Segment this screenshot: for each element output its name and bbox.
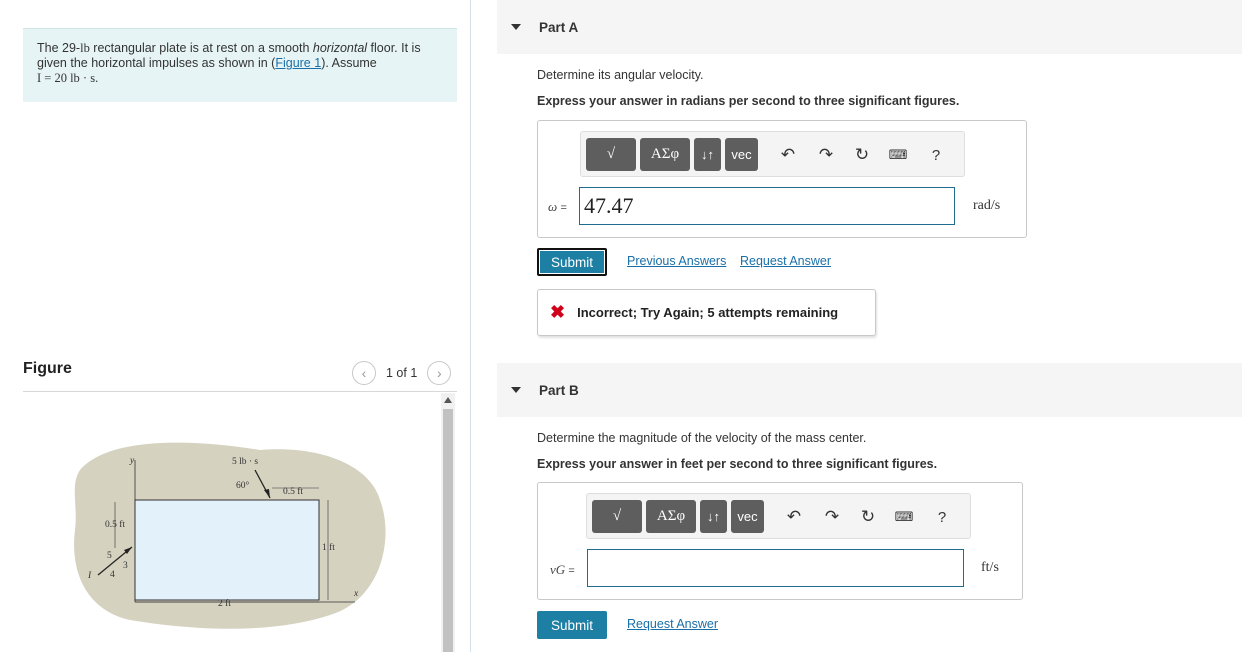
part-b-express: Express your answer in feet per second t…: [537, 457, 938, 471]
problem-unit: lb: [80, 41, 90, 55]
chevron-left-icon: ‹: [361, 365, 367, 381]
updown-arrows-icon: ↓↑: [701, 146, 714, 162]
help-button[interactable]: ?: [925, 144, 947, 166]
width-label: 2 ft: [218, 598, 231, 609]
part-b-header[interactable]: Part B: [497, 363, 1242, 417]
vec-label: vec: [731, 147, 752, 162]
problem-text: ). Assume: [321, 56, 377, 70]
variable-symbol: ω: [548, 199, 558, 214]
sqrt-template-icon: √: [606, 146, 616, 162]
reset-icon[interactable]: ↻: [857, 506, 879, 528]
figure-divider: [23, 391, 457, 392]
keyboard-icon[interactable]: ⌨: [887, 144, 909, 166]
problem-text: The 29-: [37, 41, 81, 55]
impulse-top-label: 5 lb · s: [232, 457, 258, 467]
part-a-answer-box: √ ΑΣφ ↓↑ vec ↶ ↷ ↻ ⌨ ? ω = 47.47 rad/s: [537, 120, 1027, 238]
y-axis-label: y: [129, 456, 135, 466]
submit-button[interactable]: Submit: [537, 611, 607, 639]
templates-button[interactable]: √: [592, 500, 642, 533]
vec-button[interactable]: vec: [731, 500, 764, 533]
part-b-instruction: Determine the magnitude of the velocity …: [537, 431, 867, 445]
plate: [134, 499, 320, 601]
vg-label: vG =: [550, 562, 575, 578]
undo-icon[interactable]: ↶: [783, 506, 805, 528]
answer-input[interactable]: [587, 549, 964, 587]
vec-label: vec: [737, 509, 758, 524]
left-dim-label: 0.5 ft: [105, 519, 125, 530]
figure-counter: 1 of 1: [386, 366, 418, 380]
question-icon: ?: [937, 508, 947, 526]
feedback-text: Incorrect; Try Again; 5 attempts remaini…: [577, 305, 839, 320]
request-answer-link[interactable]: Request Answer: [627, 617, 718, 631]
figure-link[interactable]: Figure 1: [275, 56, 321, 70]
chevron-right-icon: ›: [436, 365, 442, 381]
incorrect-x-icon: ✖: [550, 302, 566, 322]
scroll-up-icon[interactable]: [444, 397, 452, 403]
variable-symbol: vG: [550, 562, 566, 577]
question-icon: ?: [931, 146, 941, 164]
problem-emphasis: horizontal: [312, 41, 368, 55]
redo-icon[interactable]: ↷: [821, 506, 843, 528]
problem-text: floor. It is: [367, 41, 421, 55]
triangle-5: 5: [107, 551, 112, 561]
unit-label: rad/s: [973, 198, 1001, 213]
keyboard-icon[interactable]: ⌨: [893, 506, 915, 528]
request-answer-link[interactable]: Request Answer: [740, 254, 831, 268]
math-toolbar: √ ΑΣφ ↓↑ vec ↶ ↷ ↻ ⌨ ?: [586, 493, 971, 539]
greek-button[interactable]: ΑΣφ: [640, 138, 690, 171]
help-button[interactable]: ?: [931, 506, 953, 528]
problem-statement: The 29-lb rectangular plate is at rest o…: [23, 28, 457, 102]
problem-text: rectangular plate is at rest on a smooth: [89, 41, 313, 55]
figure-diagram: y x 5 lb · s 60° 0.5 ft 0.5 ft 1 ft 2 ft…: [74, 442, 386, 629]
previous-answers-link[interactable]: Previous Answers: [627, 254, 726, 268]
next-figure-button[interactable]: ›: [427, 361, 452, 385]
figure-title: Figure: [23, 360, 72, 377]
answer-input[interactable]: 47.47: [579, 187, 955, 225]
caret-down-icon: [511, 24, 521, 30]
problem-text: given the horizontal impulses as shown i…: [37, 56, 276, 70]
offset-top-label: 0.5 ft: [283, 486, 303, 497]
triangle-4: 4: [110, 570, 115, 580]
equals-sign: =: [560, 202, 567, 214]
part-a-instruction: Determine its angular velocity.: [537, 68, 704, 82]
unit-label: ft/s: [981, 560, 999, 575]
x-axis-label: x: [353, 589, 359, 599]
caret-down-icon: [511, 387, 521, 393]
updown-arrows-icon: ↓↑: [707, 508, 720, 524]
prev-figure-button[interactable]: ‹: [352, 361, 376, 385]
math-toolbar: √ ΑΣφ ↓↑ vec ↶ ↷ ↻ ⌨ ?: [580, 131, 965, 177]
scroll-thumb[interactable]: [443, 409, 453, 652]
arrows-button[interactable]: ↓↑: [694, 138, 721, 171]
part-b-answer-box: √ ΑΣφ ↓↑ vec ↶ ↷ ↻ ⌨ ? vG = ft/s: [537, 482, 1023, 600]
part-b-title: Part B: [539, 382, 579, 398]
omega-label: ω =: [548, 199, 567, 215]
feedback-message: ✖ Incorrect; Try Again; 5 attempts remai…: [537, 289, 876, 336]
figure-scrollbar[interactable]: [441, 393, 455, 652]
part-a-header[interactable]: Part A: [497, 0, 1242, 54]
templates-button[interactable]: √: [586, 138, 636, 171]
greek-label: ΑΣφ: [650, 146, 680, 162]
reset-icon[interactable]: ↻: [851, 144, 873, 166]
part-a-express: Express your answer in radians per secon…: [537, 94, 960, 108]
height-label: 1 ft: [322, 542, 335, 553]
problem-given: I = 20 lb · s.: [37, 71, 99, 85]
figure-pager: ‹ 1 of 1 ›: [352, 361, 452, 385]
redo-icon[interactable]: ↷: [815, 144, 837, 166]
submit-button[interactable]: Submit: [537, 248, 607, 276]
triangle-3: 3: [123, 561, 128, 571]
equals-sign: =: [568, 565, 575, 577]
greek-label: ΑΣφ: [656, 508, 686, 524]
arrows-button[interactable]: ↓↑: [700, 500, 727, 533]
part-a-title: Part A: [539, 19, 579, 35]
greek-button[interactable]: ΑΣφ: [646, 500, 696, 533]
sqrt-template-icon: √: [612, 508, 622, 524]
vec-button[interactable]: vec: [725, 138, 758, 171]
undo-icon[interactable]: ↶: [777, 144, 799, 166]
angle-label: 60°: [236, 480, 250, 491]
column-divider: [470, 0, 471, 652]
